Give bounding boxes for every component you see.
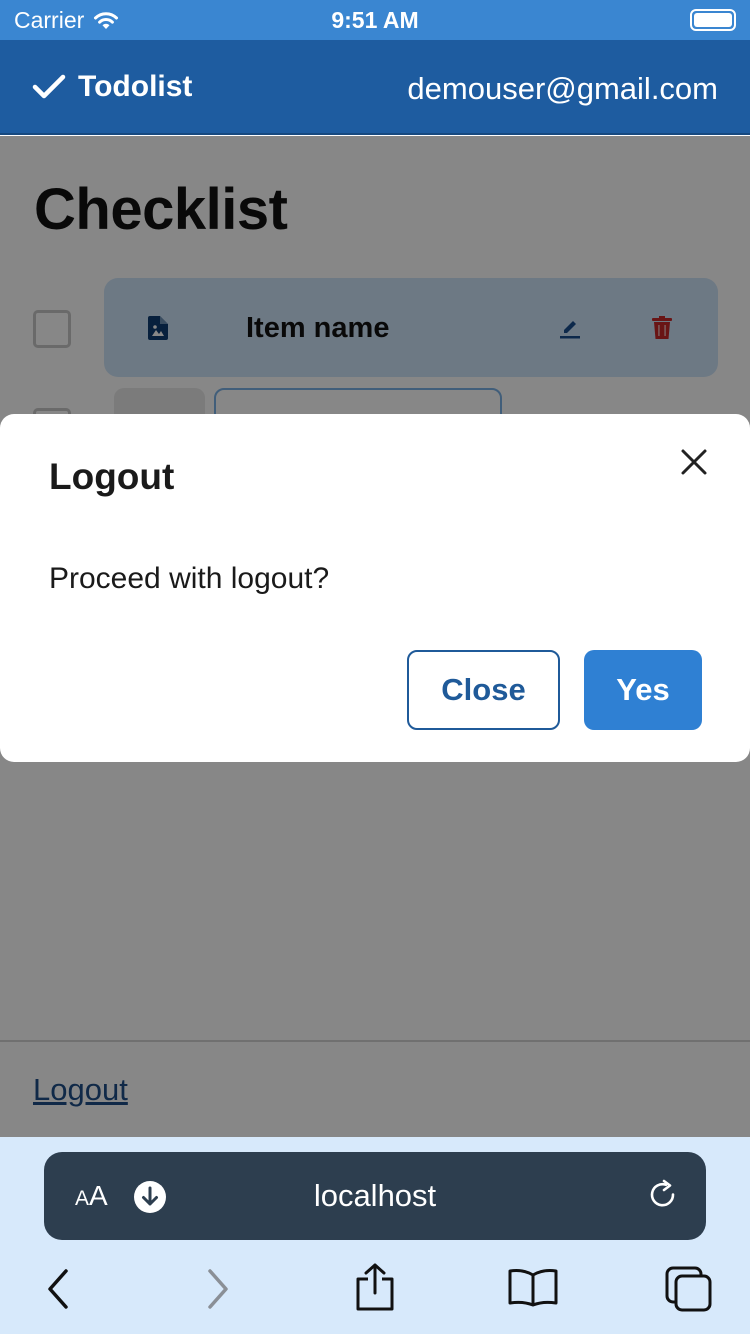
modal-message: Proceed with logout?	[49, 562, 330, 595]
reload-icon[interactable]	[646, 1178, 680, 1212]
back-icon[interactable]	[44, 1265, 72, 1313]
app-navbar: Todolist demouser@gmail.com	[0, 40, 750, 135]
share-icon[interactable]	[354, 1261, 396, 1313]
check-icon	[32, 74, 66, 99]
user-email[interactable]: demouser@gmail.com	[407, 71, 718, 107]
status-bar: Carrier 9:51 AM	[0, 0, 750, 40]
tabs-icon[interactable]	[664, 1265, 714, 1313]
modal-close-button[interactable]	[670, 438, 718, 486]
forward-icon[interactable]	[204, 1265, 232, 1313]
close-icon	[681, 449, 707, 475]
confirm-logout-button[interactable]: Yes	[584, 650, 702, 730]
bookmarks-icon[interactable]	[507, 1267, 559, 1307]
modal-title: Logout	[49, 456, 175, 497]
browser-toolbar: AA localhost	[0, 1137, 750, 1334]
battery-icon	[690, 9, 736, 31]
clock: 9:51 AM	[331, 7, 419, 33]
brand-label: Todolist	[78, 70, 193, 103]
url-text[interactable]: localhost	[44, 1178, 706, 1214]
brand-link[interactable]: Todolist	[32, 70, 192, 104]
logout-modal: Logout Proceed with logout? Close Yes	[0, 414, 750, 762]
address-bar[interactable]: AA localhost	[44, 1152, 706, 1240]
close-button[interactable]: Close	[407, 650, 560, 730]
